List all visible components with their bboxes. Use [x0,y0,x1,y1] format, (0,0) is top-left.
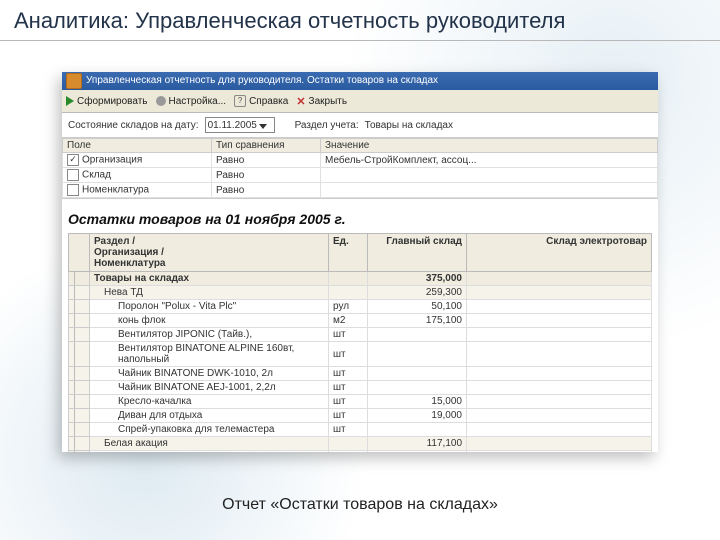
col-name: Раздел / Организация / Номенклатура [90,234,329,272]
outline-gutter[interactable] [69,328,90,342]
dropdown-icon[interactable] [259,121,268,130]
report-title: Остатки товаров на 01 ноября 2005 г. [68,203,652,233]
outline-gutter[interactable] [69,342,90,367]
outline-gutter[interactable] [69,367,90,381]
help-button[interactable]: ? Справка [234,95,288,107]
window-title-text: Управленческая отчетность для руководите… [86,72,438,90]
run-button[interactable]: Сформировать [66,96,148,107]
report-row: Диван для отдыхашт19,000 [69,409,652,423]
account-value: Товары на складах [365,120,453,131]
report-row: Кресло-качалкашт15,000 [69,395,652,409]
report-row: Товары на складах375,000 [69,272,652,286]
outline-gutter[interactable] [69,314,90,328]
filter-row[interactable]: НоменклатураРавно [63,183,658,198]
report-body: Остатки товаров на 01 ноября 2005 г. Раз… [62,199,658,452]
filters-head-value: Значение [321,139,658,153]
outline-gutter[interactable] [69,300,90,314]
filters-table: Поле Тип сравнения Значение ОрганизацияР… [62,138,658,198]
outline-gutter[interactable] [69,381,90,395]
outline-gutter[interactable] [69,451,90,453]
date-input[interactable]: 01.11.2005 [205,117,275,133]
report-row: Чайник BINATONE DWK-1010, 2лшт [69,367,652,381]
toolbar: Сформировать Настройка... ? Справка ✕ За… [62,90,658,113]
date-value: 01.11.2005 [208,120,257,131]
filters: Поле Тип сравнения Значение ОрганизацияР… [62,138,658,199]
close-icon: ✕ [296,95,305,108]
report-table: Раздел / Организация / Номенклатура Ед. … [68,233,652,452]
close-button-label: Закрыть [309,96,348,107]
help-button-label: Справка [249,96,288,107]
report-row: Нева ТД259,300 [69,286,652,300]
checkbox-icon[interactable] [67,184,79,196]
app-window: Управленческая отчетность для руководите… [62,72,658,452]
settings-button[interactable]: Настройка... [156,96,227,107]
report-row: Белая акация117,100 [69,437,652,451]
outline-gutter[interactable] [69,409,90,423]
gear-icon [156,96,166,106]
col-w2: Склад электротовар [467,234,652,272]
report-row: Чайник BINATONE AEJ-1001, 2,2лшт [69,381,652,395]
col-w1: Главный склад [368,234,467,272]
col-unit: Ед. [329,234,368,272]
filters-head-field: Поле [63,139,212,153]
outline-gutter[interactable] [69,272,90,286]
slide-title: Аналитика: Управленческая отчетность рук… [0,0,720,41]
filter-row[interactable]: СкладРавно [63,168,658,183]
report-row: Кондиционер FIRMSTAR 12Mшт90,000 [69,451,652,453]
help-icon: ? [234,95,246,107]
report-row: Вентилятор JIPONIC (Тайв.),шт [69,328,652,342]
filters-head-row: Поле Тип сравнения Значение [63,139,658,153]
params-bar: Состояние складов на дату: 01.11.2005 Ра… [62,113,658,138]
date-label: Состояние складов на дату: [68,120,199,131]
window-titlebar: Управленческая отчетность для руководите… [62,72,658,90]
outline-gutter[interactable] [69,423,90,437]
outline-gutter[interactable] [69,395,90,409]
outline-gutter[interactable] [69,286,90,300]
settings-button-label: Настройка... [169,96,227,107]
report-row: конь флокм2175,100 [69,314,652,328]
checkbox-icon[interactable] [67,154,79,166]
report-row: Поролон "Polux - Vita Plc"рул50,100 [69,300,652,314]
play-icon [66,96,74,106]
app-icon [66,73,82,89]
run-button-label: Сформировать [77,96,148,107]
slide-footer: Отчет «Остатки товаров на складах» [0,496,720,514]
filters-head-cmp: Тип сравнения [212,139,321,153]
outline-gutter[interactable] [69,437,90,451]
account-label: Раздел учета: [295,120,359,131]
report-row: Спрей-упаковка для телемастерашт [69,423,652,437]
checkbox-icon[interactable] [67,169,79,181]
report-head-row: Раздел / Организация / Номенклатура Ед. … [69,234,652,272]
report-row: Вентилятор BINATONE ALPINE 160вт, наполь… [69,342,652,367]
close-button[interactable]: ✕ Закрыть [296,95,347,108]
filter-row[interactable]: ОрганизацияРавноМебель-СтройКомплект, ас… [63,153,658,168]
